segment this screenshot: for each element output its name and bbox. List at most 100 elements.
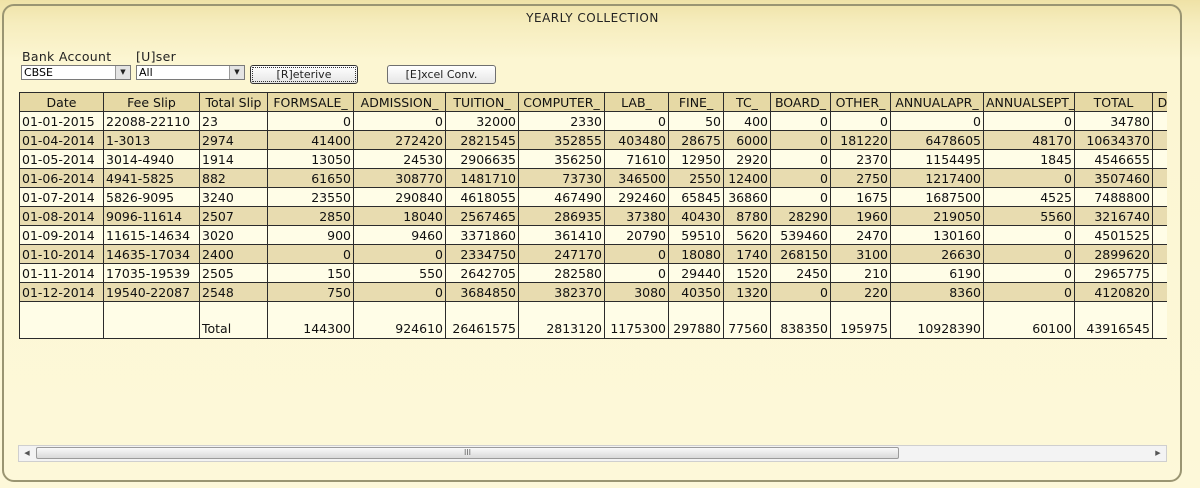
- table-cell: 4941-5825: [103, 168, 200, 188]
- table-cell: 40350: [668, 282, 724, 302]
- total-cell: 297880: [668, 301, 724, 339]
- table-cell: 0: [267, 244, 354, 264]
- window-title: YEARLY COLLECTION: [526, 11, 659, 25]
- table-cell: 01-05-2014: [19, 149, 104, 169]
- column-header[interactable]: Date: [19, 92, 104, 112]
- yearly-collection-window: YEARLY COLLECTION Bank Account [U]ser CB…: [0, 0, 1200, 488]
- horizontal-scrollbar[interactable]: ◀ III ▶: [18, 445, 1167, 462]
- table-cell: 2974: [199, 130, 268, 150]
- table-cell: 247170: [518, 244, 605, 264]
- table-cell: 50: [668, 111, 724, 131]
- user-select[interactable]: All ▼: [136, 65, 245, 80]
- table-cell: 3684850: [445, 282, 519, 302]
- table-cell: 18080: [668, 244, 724, 264]
- table-cell: 10634370: [1074, 130, 1153, 150]
- column-header[interactable]: BOARD_: [770, 92, 831, 112]
- bank-account-select[interactable]: CBSE ▼: [21, 65, 131, 80]
- excel-conv-button[interactable]: [E]xcel Conv.: [387, 65, 496, 84]
- column-header[interactable]: ADMISSION_: [353, 92, 446, 112]
- table-cell: 0: [770, 168, 831, 188]
- table-cell: 4525: [983, 187, 1075, 207]
- table-cell: 4618055: [445, 187, 519, 207]
- table-cell: [1152, 263, 1167, 283]
- column-header[interactable]: D: [1152, 92, 1167, 112]
- arrow-right-icon[interactable]: ▶: [1150, 446, 1166, 461]
- table-cell: 1845: [983, 149, 1075, 169]
- total-cell: 924610: [353, 301, 446, 339]
- table-row[interactable]: 01-08-2014 9096-11614 2507 2850 18040 2567465…: [19, 206, 1167, 226]
- column-header[interactable]: TOTAL: [1074, 92, 1153, 112]
- table-cell: 1320: [723, 282, 771, 302]
- column-header[interactable]: TUITION_: [445, 92, 519, 112]
- retrieve-button[interactable]: [R]eterive: [250, 65, 358, 84]
- table-cell: 34780: [1074, 111, 1153, 131]
- table-cell: 3240: [199, 187, 268, 207]
- column-header[interactable]: FORMSALE_: [267, 92, 354, 112]
- column-header[interactable]: LAB_: [604, 92, 669, 112]
- table-cell: 48170: [983, 130, 1075, 150]
- table-cell: 382370: [518, 282, 605, 302]
- table-cell: [1152, 225, 1167, 245]
- table-cell: 0: [267, 111, 354, 131]
- table-cell: 28675: [668, 130, 724, 150]
- table-row[interactable]: 01-01-2015 22088-22110 23 0 0 32000 2330 0 50 400…: [19, 111, 1167, 131]
- column-header[interactable]: Total Slip: [199, 92, 268, 112]
- table-cell: 268150: [770, 244, 831, 264]
- table-cell: 3020: [199, 225, 268, 245]
- table-row[interactable]: 01-05-2014 3014-4940 1914 13050 24530 2906635…: [19, 149, 1167, 169]
- table-cell: 2330: [518, 111, 605, 131]
- table-row[interactable]: 01-09-2014 11615-14634 3020 900 9460 3371860 3…: [19, 225, 1167, 245]
- table-row[interactable]: 01-11-2014 17035-19539 2505 150 550 2642705 28…: [19, 263, 1167, 283]
- table-cell: 23: [199, 111, 268, 131]
- table-cell: 0: [983, 282, 1075, 302]
- arrow-left-icon[interactable]: ◀: [19, 446, 35, 461]
- table-row[interactable]: 01-10-2014 14635-17034 2400 0 0 2334750 247170…: [19, 244, 1167, 264]
- table-cell: 210: [830, 263, 891, 283]
- table-cell: 3080: [604, 282, 669, 302]
- column-header[interactable]: Fee Slip: [103, 92, 200, 112]
- column-header[interactable]: ANNUALSEPT_: [983, 92, 1075, 112]
- dropdown-arrow-icon[interactable]: ▼: [229, 66, 244, 79]
- column-header[interactable]: TC_: [723, 92, 771, 112]
- table-cell: 308770: [353, 168, 446, 188]
- table-row[interactable]: 01-12-2014 19540-22087 2548 750 0 3684850 3823…: [19, 282, 1167, 302]
- table-row[interactable]: 01-07-2014 5826-9095 3240 23550 290840 461805…: [19, 187, 1167, 207]
- table-cell: 2906635: [445, 149, 519, 169]
- table-cell: 11615-14634: [103, 225, 200, 245]
- table-cell: 400: [723, 111, 771, 131]
- table-cell: 22088-22110: [103, 111, 200, 131]
- table-cell: 4120820: [1074, 282, 1153, 302]
- table-cell: 3507460: [1074, 168, 1153, 188]
- table-cell: 71610: [604, 149, 669, 169]
- dropdown-arrow-icon[interactable]: ▼: [115, 66, 130, 79]
- total-cell: 2813120: [518, 301, 605, 339]
- table-cell: 1687500: [890, 187, 984, 207]
- total-cell: 144300: [267, 301, 354, 339]
- table-cell: 286935: [518, 206, 605, 226]
- table-cell: 352855: [518, 130, 605, 150]
- table-cell: 36860: [723, 187, 771, 207]
- column-header[interactable]: ANNUALAPR_: [890, 92, 984, 112]
- table-cell: 3100: [830, 244, 891, 264]
- table-cell: 0: [983, 225, 1075, 245]
- table-cell: 403480: [604, 130, 669, 150]
- table-cell: 23550: [267, 187, 354, 207]
- table-cell: 01-01-2015: [19, 111, 104, 131]
- total-cell: [103, 301, 200, 339]
- table-cell: 61650: [267, 168, 354, 188]
- table-cell: 2507: [199, 206, 268, 226]
- table-row[interactable]: 01-04-2014 1-3013 2974 41400 272420 2821545 35…: [19, 130, 1167, 150]
- table-cell: 346500: [604, 168, 669, 188]
- column-header[interactable]: COMPUTER_: [518, 92, 605, 112]
- table-cell: [1152, 206, 1167, 226]
- table-cell: 0: [770, 130, 831, 150]
- column-header[interactable]: FINE_: [668, 92, 724, 112]
- table-cell: 2567465: [445, 206, 519, 226]
- table-cell: 01-10-2014: [19, 244, 104, 264]
- scrollbar-thumb[interactable]: III: [36, 447, 899, 459]
- column-header[interactable]: OTHER_: [830, 92, 891, 112]
- table-cell: 0: [983, 111, 1075, 131]
- table-cell: 0: [604, 111, 669, 131]
- table-row[interactable]: 01-06-2014 4941-5825 882 61650 308770 1481710…: [19, 168, 1167, 188]
- table-cell: 356250: [518, 149, 605, 169]
